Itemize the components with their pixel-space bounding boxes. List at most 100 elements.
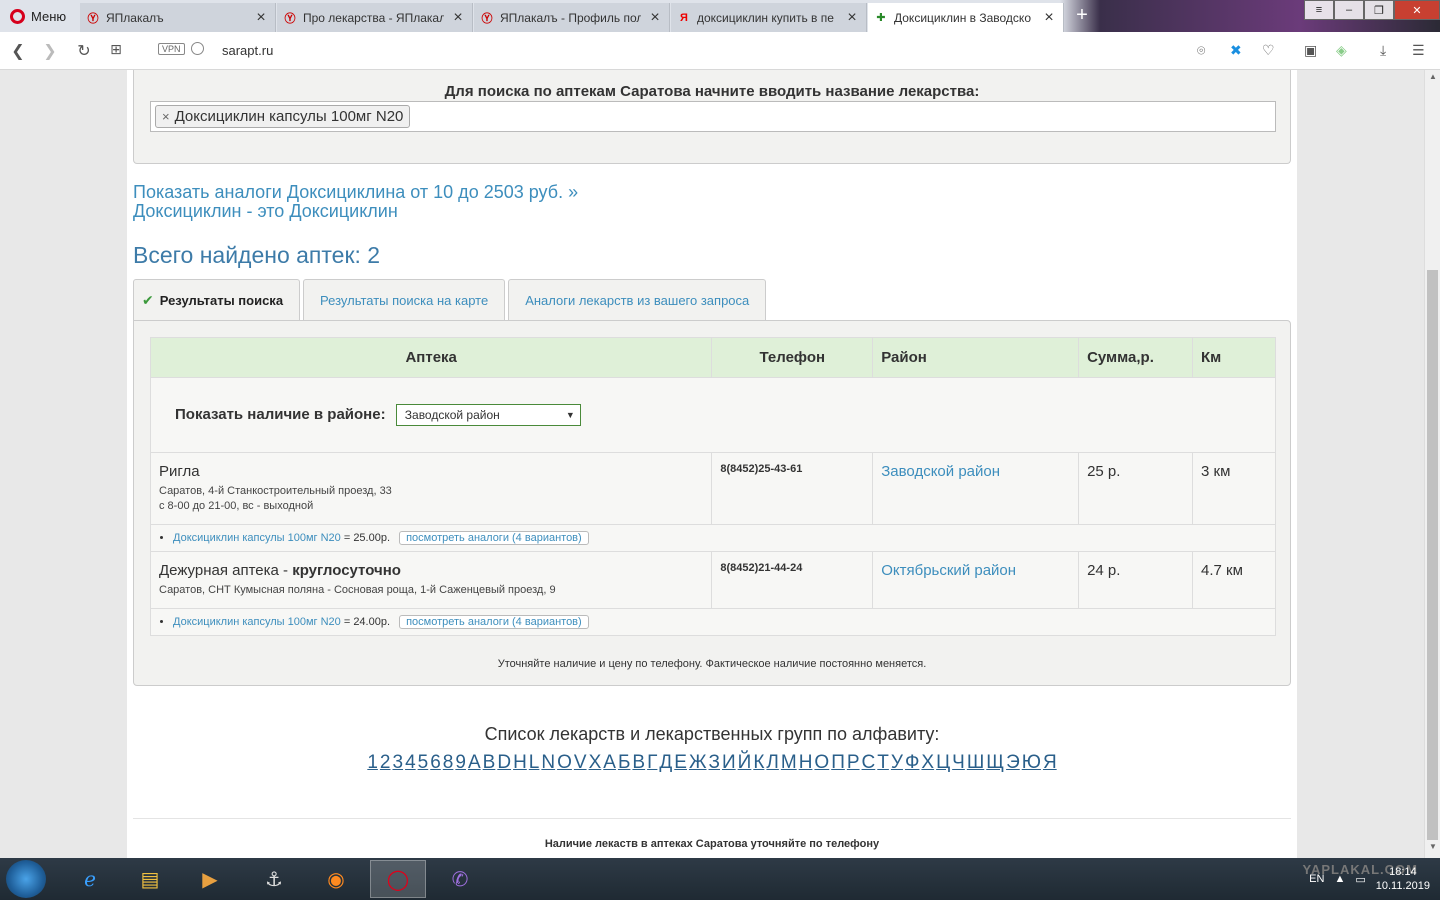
tab-search-results[interactable]: ✔ Результаты поиска: [133, 279, 301, 321]
close-tab-icon[interactable]: ×: [253, 9, 269, 27]
back-icon[interactable]: ❮: [8, 41, 28, 61]
alphabet-letter-link[interactable]: V: [574, 752, 587, 773]
drug-link[interactable]: Доксициклин капсулы 100мг N20: [173, 616, 341, 628]
drug-search-input[interactable]: × Доксициклин капсулы 100мг N20: [150, 101, 1276, 132]
alphabet-letter-link[interactable]: A: [468, 752, 481, 773]
snapshot-icon[interactable]: ▣: [1304, 42, 1317, 59]
alphabet-letter-link[interactable]: П: [831, 752, 845, 773]
alphabet-letter-link[interactable]: Ф: [905, 752, 919, 773]
drug-link[interactable]: Доксициклин капсулы 100мг N20: [173, 532, 341, 544]
tab-analogs[interactable]: Аналоги лекарств из вашего запроса: [508, 279, 767, 321]
alphabet-letter-link[interactable]: Н: [799, 752, 813, 773]
alphabet-letter-link[interactable]: Р: [847, 752, 860, 773]
page-scrollbar[interactable]: ▲ ▼: [1424, 70, 1440, 858]
reload-icon[interactable]: ↻: [74, 41, 94, 61]
close-tab-icon[interactable]: ×: [1041, 9, 1057, 27]
close-tab-icon[interactable]: ×: [647, 9, 663, 27]
alphabet-letter-link[interactable]: Ч: [952, 752, 965, 773]
maximize-icon[interactable]: ❐: [1364, 0, 1394, 20]
network-icon[interactable]: ▭: [1355, 873, 1365, 886]
speed-dial-icon[interactable]: ⊞: [106, 41, 126, 58]
world-of-warships-icon[interactable]: ⚓: [246, 860, 302, 898]
alphabet-letter-link[interactable]: Х: [921, 752, 934, 773]
browser-tab[interactable]: Ⓨ ЯПлакалъ ×: [80, 3, 276, 32]
browser-tab-active[interactable]: ✚ Доксициклин в Заводско ×: [868, 3, 1064, 32]
alphabet-letter-link[interactable]: 4: [405, 752, 416, 773]
download-icon[interactable]: ⤓: [1380, 42, 1386, 59]
easy-setup-icon[interactable]: ☰: [1412, 42, 1425, 59]
district-link[interactable]: Заводской район: [872, 452, 1080, 525]
drug-self-link[interactable]: Доксициклин - это Доксициклин: [133, 202, 578, 221]
alphabet-letter-link[interactable]: 2: [380, 752, 391, 773]
alphabet-letter-link[interactable]: Я: [1043, 752, 1057, 773]
district-select[interactable]: Заводской район ▼: [395, 404, 581, 426]
close-window-icon[interactable]: ✕: [1394, 0, 1440, 20]
opera-menu-button[interactable]: Меню: [4, 4, 72, 28]
district-link[interactable]: Октябрьский район: [872, 551, 1080, 609]
browser-tab[interactable]: Ⓨ Про лекарства - ЯПлакалъ ×: [277, 3, 473, 32]
alphabet-letter-link[interactable]: 3: [392, 752, 403, 773]
alphabet-letter-link[interactable]: 6: [430, 752, 441, 773]
alphabet-letter-link[interactable]: H: [513, 752, 527, 773]
close-tab-icon[interactable]: ×: [844, 9, 860, 27]
alphabet-letter-link[interactable]: Й: [738, 752, 752, 773]
alphabet-letter-link[interactable]: Э: [1006, 752, 1020, 773]
alphabet-letter-link[interactable]: Ю: [1022, 752, 1041, 773]
alphabet-letter-link[interactable]: Г: [647, 752, 657, 773]
alphabet-letter-link[interactable]: 9: [455, 752, 466, 773]
heart-icon[interactable]: ♡: [1262, 42, 1275, 59]
alphabet-letter-link[interactable]: Ж: [689, 752, 707, 773]
viber-icon[interactable]: ✆: [432, 860, 488, 898]
minimize-icon[interactable]: –: [1334, 0, 1364, 20]
extension-icon[interactable]: ✖: [1230, 42, 1242, 59]
clock[interactable]: 18:14 10.11.2019: [1376, 865, 1430, 893]
alphabet-letter-link[interactable]: К: [753, 752, 764, 773]
tab-map-results[interactable]: Результаты поиска на карте: [303, 279, 506, 321]
tray-arrow-icon[interactable]: ▲: [1334, 873, 1345, 885]
scroll-up-icon[interactable]: ▲: [1425, 72, 1440, 86]
alphabet-letter-link[interactable]: Е: [674, 752, 687, 773]
vpn-badge[interactable]: VPN: [158, 43, 185, 55]
media-player-icon[interactable]: ▶: [182, 860, 238, 898]
alphabet-letter-link[interactable]: Ц: [936, 752, 950, 773]
alphabet-letter-link[interactable]: L: [529, 752, 540, 773]
cube-icon[interactable]: ◈: [1336, 42, 1347, 59]
alphabet-letter-link[interactable]: Ш: [967, 752, 984, 773]
alphabet-letter-link[interactable]: 5: [418, 752, 429, 773]
browser-tab[interactable]: Я доксициклин купить в пе ×: [671, 3, 867, 32]
alphabet-letter-link[interactable]: B: [483, 752, 496, 773]
browser-tab[interactable]: Ⓨ ЯПлакалъ - Профиль поль ×: [474, 3, 670, 32]
alphabet-letter-link[interactable]: А: [603, 752, 616, 773]
alphabet-letter-link[interactable]: О: [814, 752, 829, 773]
alphabet-letter-link[interactable]: Д: [659, 752, 672, 773]
new-tab-icon[interactable]: +: [1072, 4, 1092, 26]
camera-icon[interactable]: ⌾: [1197, 42, 1205, 59]
alphabet-letter-link[interactable]: 1: [367, 752, 378, 773]
alphabet-letter-link[interactable]: У: [891, 752, 903, 773]
file-explorer-icon[interactable]: ▤: [122, 860, 178, 898]
firefox-icon[interactable]: ◉: [308, 860, 364, 898]
alphabet-letter-link[interactable]: X: [589, 752, 602, 773]
windows-start-button[interactable]: [6, 860, 46, 898]
forward-icon[interactable]: ❯: [40, 41, 60, 61]
alphabet-letter-link[interactable]: И: [722, 752, 736, 773]
alphabet-letter-link[interactable]: В: [632, 752, 645, 773]
internet-explorer-icon[interactable]: ℯ: [62, 860, 118, 898]
selected-drug-chip[interactable]: × Доксициклин капсулы 100мг N20: [155, 105, 411, 128]
show-analogs-link[interactable]: Показать аналоги Доксициклина от 10 до 2…: [133, 183, 578, 202]
alphabet-letter-link[interactable]: O: [557, 752, 572, 773]
scroll-thumb[interactable]: [1427, 270, 1438, 840]
alphabet-letter-link[interactable]: Л: [766, 752, 778, 773]
alphabet-letter-link[interactable]: 8: [443, 752, 454, 773]
alphabet-letter-link[interactable]: N: [541, 752, 555, 773]
remove-chip-icon[interactable]: ×: [162, 109, 170, 124]
view-analogs-button[interactable]: посмотреть аналоги (4 вариантов): [399, 615, 589, 629]
alphabet-letter-link[interactable]: D: [497, 752, 511, 773]
language-indicator[interactable]: EN: [1309, 873, 1324, 885]
opera-taskbar-icon[interactable]: ◯: [370, 860, 426, 898]
close-tab-icon[interactable]: ×: [450, 9, 466, 27]
url-field[interactable]: sarapt.ru: [222, 43, 273, 58]
view-analogs-button[interactable]: посмотреть аналоги (4 вариантов): [399, 531, 589, 545]
alphabet-letter-link[interactable]: Б: [618, 752, 630, 773]
tab-menu-icon[interactable]: ≡: [1304, 0, 1334, 20]
